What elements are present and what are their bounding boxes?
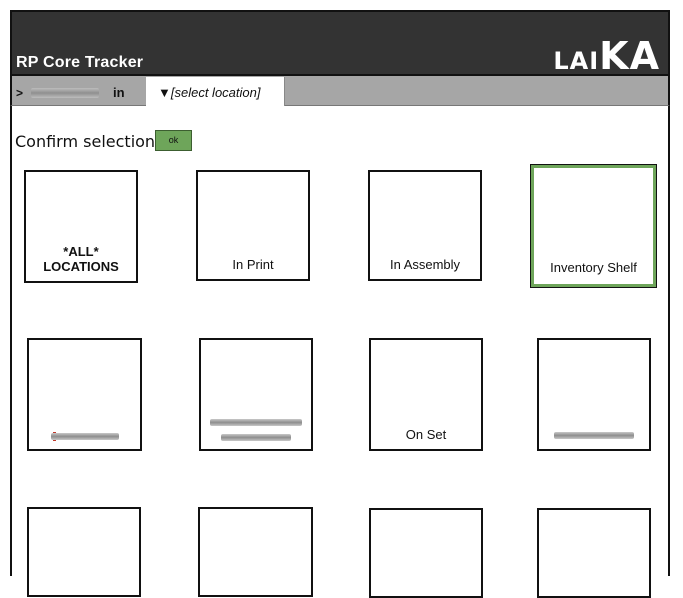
- location-tile-label: [29, 433, 140, 442]
- breadcrumb-prefix: >: [16, 85, 24, 100]
- location-tile-in-assembly[interactable]: In Assembly: [368, 170, 482, 281]
- redacted-label: [554, 432, 634, 439]
- logo-small-text: LAI: [553, 47, 600, 75]
- location-tile-label: On Set: [405, 427, 447, 443]
- location-selector-tab[interactable]: ▼[select location]: [146, 77, 285, 106]
- ok-button[interactable]: ok: [155, 130, 192, 151]
- location-tile[interactable]: [369, 508, 483, 598]
- location-tile-in-print[interactable]: In Print: [196, 170, 310, 281]
- redacted-label: [50, 433, 119, 440]
- redacted-label: [221, 434, 291, 441]
- location-tile-label: In Assembly: [389, 257, 461, 273]
- location-tile-label: [539, 432, 649, 441]
- laika-logo: LAIKA: [553, 34, 660, 78]
- app-header: RP Core Tracker LAIKA: [10, 10, 670, 78]
- breadcrumb: > in: [16, 85, 125, 100]
- logo-big-text: KA: [599, 34, 660, 78]
- app-title: RP Core Tracker: [16, 54, 144, 71]
- breadcrumb-connector: in: [113, 85, 125, 100]
- location-tile-on-set[interactable]: On Set: [369, 338, 483, 451]
- location-tile-redacted-1[interactable]: [27, 338, 142, 451]
- location-tile-all[interactable]: *ALL* LOCATIONS: [24, 170, 138, 283]
- location-tile-inventory-shelf[interactable]: Inventory Shelf: [530, 164, 657, 288]
- location-tile[interactable]: [537, 508, 651, 598]
- confirm-selection-label: Confirm selection: [15, 132, 156, 151]
- redacted-label: [210, 419, 302, 426]
- location-tile-label: *ALL* LOCATIONS: [43, 244, 119, 275]
- location-tile-redacted-2[interactable]: [199, 338, 313, 451]
- location-tile-redacted-3[interactable]: [537, 338, 651, 451]
- location-tile-label: Inventory Shelf: [550, 260, 637, 276]
- location-tile-label: In Print: [232, 257, 274, 273]
- breadcrumb-bar: > in: [10, 76, 670, 106]
- redacted-item-name: [31, 87, 100, 98]
- location-tile[interactable]: [27, 507, 141, 597]
- location-tile[interactable]: [198, 507, 313, 597]
- location-tile-label: [201, 419, 311, 443]
